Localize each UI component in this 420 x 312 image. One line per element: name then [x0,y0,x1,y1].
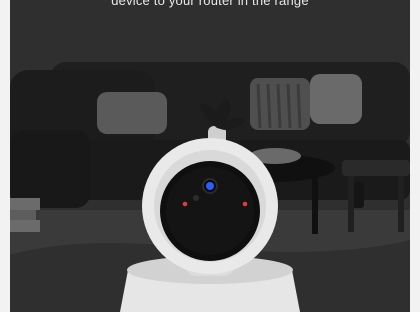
right-edge [410,0,420,312]
left-edge [0,0,10,312]
camera-setup-screen: device to your router in the range [0,0,420,312]
room-illustration [10,0,410,312]
books [10,198,40,232]
caption-text: device to your router in the range [111,0,309,8]
room-photo: device to your router in the range [10,0,410,312]
